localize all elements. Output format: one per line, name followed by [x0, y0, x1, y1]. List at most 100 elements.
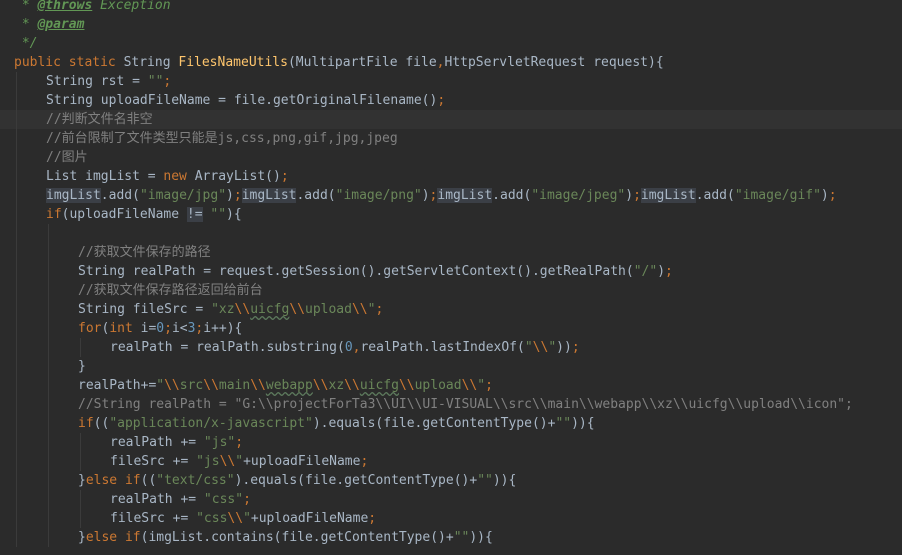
code-token: \\: [234, 302, 251, 317]
code-token: (MultipartFile file: [287, 55, 437, 70]
indent-guide: [48, 300, 49, 319]
code-token: +uploadFileName: [250, 511, 369, 526]
code-line[interactable]: realPath = realPath.substring(0,realPath…: [0, 338, 902, 357]
code-token: String realPath = request.getSession().g…: [78, 264, 634, 279]
code-token: realPath = realPath.substring(: [110, 340, 345, 355]
code-token: ": [548, 340, 557, 355]
code-token: }: [78, 530, 86, 545]
indent-guide: [16, 186, 17, 205]
code-token: ;: [235, 435, 244, 450]
indent-guide: [48, 490, 49, 509]
indent-guide: [16, 376, 17, 395]
indent-guide: [16, 395, 17, 414]
code-text: imgList.add("image/jpg");imgList.add("im…: [46, 186, 837, 205]
code-token: \\: [289, 302, 305, 317]
code-text: String fileSrc = "xz\\uicfg\\upload\\";: [78, 300, 383, 319]
code-token: //String realPath = "G:\\projectForTa3\\…: [78, 397, 853, 412]
code-token: int: [109, 321, 141, 336]
indent-guide: [80, 433, 81, 452]
code-text: //获取文件保存路径返回给前台: [78, 281, 263, 300]
code-token: ;: [280, 169, 289, 184]
code-line[interactable]: String fileSrc = "xz\\uicfg\\upload\\";: [0, 300, 902, 319]
code-line[interactable]: [0, 224, 902, 243]
indent-guide: [16, 300, 17, 319]
indent-guide: [16, 452, 17, 471]
code-token: "": [210, 207, 227, 222]
indent-guide: [16, 262, 17, 281]
code-line[interactable]: List imgList = new ArrayList();: [0, 167, 902, 186]
code-editor[interactable]: * @throws Exception * @param */ public st…: [0, 0, 902, 555]
code-token: //判断文件名非空: [46, 112, 153, 127]
code-line[interactable]: String rst = "";: [0, 72, 902, 91]
code-token: \\: [227, 511, 244, 526]
code-token: "": [453, 530, 470, 545]
code-token: .add(: [492, 188, 532, 203]
code-line[interactable]: //图片: [0, 148, 902, 167]
code-line[interactable]: }else if(imgList.contains(file.getConten…: [0, 528, 902, 547]
indent-guide: [48, 471, 49, 490]
code-token: realPath +=: [110, 492, 204, 507]
indent-guide: [48, 414, 49, 433]
code-text: //String realPath = "G:\\projectForTa3\\…: [78, 395, 853, 414]
code-token: ": [156, 378, 165, 393]
code-line[interactable]: //获取文件保存路径返回给前台: [0, 281, 902, 300]
code-line[interactable]: }else if(("text/css").equals(file.getCon…: [0, 471, 902, 490]
code-text: fileSrc += "js\\"+uploadFileName;: [110, 452, 368, 471]
code-token: ;: [571, 340, 580, 355]
code-line[interactable]: realPath += "js";: [0, 433, 902, 452]
code-token: ;: [233, 188, 242, 203]
code-line[interactable]: //前台限制了文件类型只能是js,css,png,gif,jpg,jpeg: [0, 129, 902, 148]
code-line[interactable]: //判断文件名非空: [0, 110, 902, 129]
code-token: "": [477, 473, 493, 488]
code-token: ){: [226, 207, 242, 222]
code-token: *: [14, 17, 38, 32]
code-token: webapp: [265, 378, 313, 393]
code-line[interactable]: String realPath = request.getSession().g…: [0, 262, 902, 281]
code-line[interactable]: //获取文件保存的路径: [0, 243, 902, 262]
code-token: i++){: [203, 321, 243, 336]
code-line[interactable]: for(int i=0;i<3;i++){: [0, 319, 902, 338]
code-token: ": [235, 454, 244, 469]
code-line[interactable]: if(uploadFileName != ""){: [0, 205, 902, 224]
code-token: "text/css": [156, 473, 235, 488]
indent-guide: [48, 433, 49, 452]
code-line[interactable]: */: [0, 34, 902, 53]
code-token: ): [657, 264, 666, 279]
code-line[interactable]: fileSrc += "css\\"+uploadFileName;: [0, 509, 902, 528]
indent-guide: [48, 224, 49, 243]
code-token: src: [179, 378, 204, 393]
code-text: List imgList = new ArrayList();: [46, 167, 289, 186]
indent-guide: [80, 490, 81, 509]
code-line[interactable]: if(("application/x-javascript").equals(f…: [0, 414, 902, 433]
code-token: "js: [196, 454, 220, 469]
code-token: FilesNameUtils: [178, 55, 288, 70]
code-token: */: [14, 36, 38, 51]
code-token: ": [477, 378, 486, 393]
code-token: imgList: [241, 188, 297, 203]
indent-guide: [16, 490, 17, 509]
code-text: }else if(("text/css").equals(file.getCon…: [78, 471, 516, 490]
code-token: (uploadFileName: [61, 207, 187, 222]
code-line[interactable]: //String realPath = "G:\\projectForTa3\\…: [0, 395, 902, 414]
code-line[interactable]: realPath+="\\src\\main\\webapp\\xz\\uicf…: [0, 376, 902, 395]
indent-guide: [48, 319, 49, 338]
code-line[interactable]: * @throws Exception: [0, 0, 902, 15]
code-token: "image/jpeg": [531, 188, 626, 203]
code-token: ): [421, 188, 430, 203]
code-token: ((: [140, 473, 157, 488]
code-token: String uploadFileName = file.getOriginal…: [46, 93, 438, 108]
code-token: "image/gif": [734, 188, 821, 203]
code-line[interactable]: public static String FilesNameUtils(Mult…: [0, 53, 902, 72]
code-token: 0: [156, 321, 165, 336]
code-line[interactable]: fileSrc += "js\\"+uploadFileName;: [0, 452, 902, 471]
code-line[interactable]: }: [0, 357, 902, 376]
code-token: //获取文件保存的路径: [78, 245, 211, 260]
code-token: uicfg: [359, 378, 399, 393]
code-text: if(uploadFileName != ""){: [46, 205, 242, 224]
code-line[interactable]: * @param: [0, 15, 902, 34]
code-line[interactable]: String uploadFileName = file.getOriginal…: [0, 91, 902, 110]
code-text: String uploadFileName = file.getOriginal…: [46, 91, 445, 110]
code-line[interactable]: imgList.add("image/jpg");imgList.add("im…: [0, 186, 902, 205]
code-line[interactable]: realPath += "css";: [0, 490, 902, 509]
code-token: //图片: [46, 150, 88, 165]
